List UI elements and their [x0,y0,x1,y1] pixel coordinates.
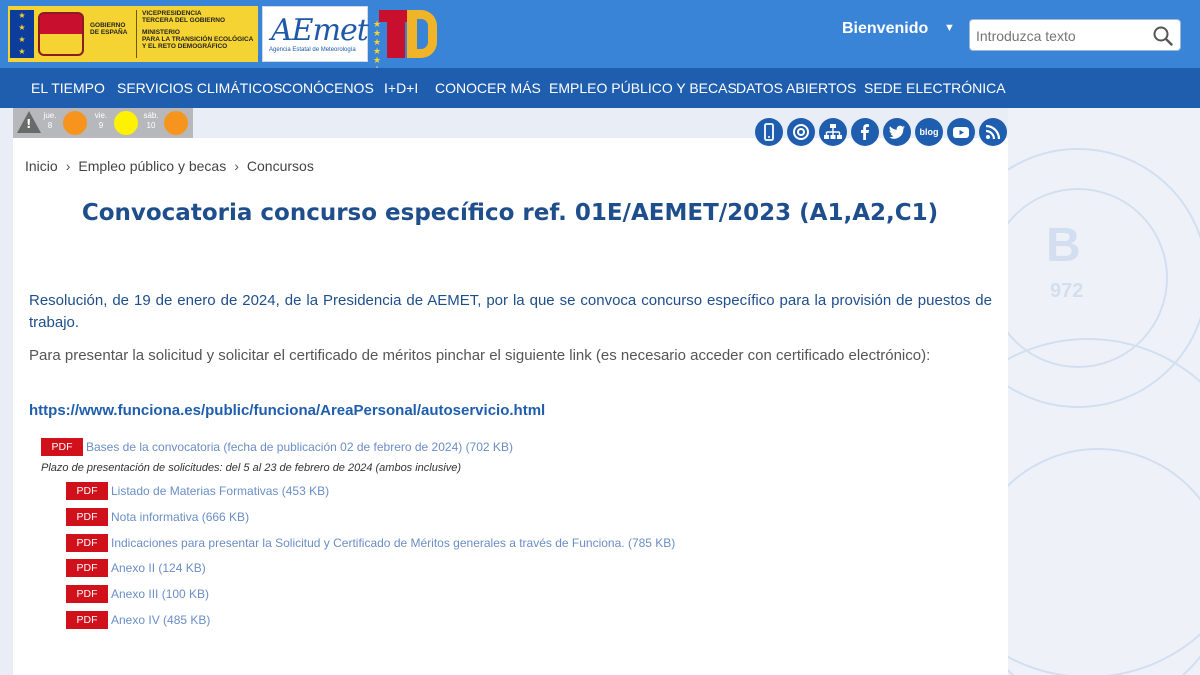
nav-sede-electronica[interactable]: SEDE ELECTRÓNICA [864,68,1006,108]
aemet-logo[interactable]: AEmet Agencia Estatal de Meteorología [262,6,369,62]
welcome-menu[interactable]: Bienvenido [842,20,928,38]
eu-stars-icon: ★ ★★ ★★ ★ [373,19,382,74]
resolution-text: Resolución, de 19 de enero de 2024, de l… [29,292,992,331]
pdf-document-link[interactable]: PDF Indicaciones para presentar la Solici… [66,534,675,552]
background-weather-map: B 972 [1008,108,1200,675]
nav-datos-abiertos[interactable]: DATOS ABIERTOS [736,68,856,108]
pdf-document-title[interactable]: Listado de Materias Formativas (453 KB) [111,484,329,498]
alert-day: vie. 9 [94,111,108,130]
pdf-icon: PDF [66,611,108,629]
rss-icon[interactable] [979,118,1007,146]
support-icon[interactable] [787,118,815,146]
alert-day: jue. 8 [43,111,57,130]
prtr-logo-r [407,10,437,58]
prtr-logo-t-stem [387,10,405,58]
pdf-document-title[interactable]: Anexo IV (485 KB) [111,613,210,627]
sitemap-icon[interactable] [819,118,847,146]
coat-of-arms-icon [38,12,84,56]
pressure-letter: B [1046,219,1081,272]
pdf-icon: PDF [66,482,108,500]
nav-empleo-publico[interactable]: EMPLEO PÚBLICO Y BECAS [549,68,737,108]
pdf-icon: PDF [66,508,108,526]
pdf-document-link[interactable]: PDF Anexo IV (485 KB) [66,611,210,629]
nav-conocenos[interactable]: CONÓCENOS [282,68,374,108]
page-title: Convocatoria concurso específico ref. 01… [81,200,939,226]
alert-day: sáb. 10 [143,111,159,130]
alert-level-dot[interactable] [63,111,87,135]
search-icon[interactable] [1152,25,1174,47]
pdf-document-title[interactable]: Nota informativa (666 KB) [111,510,249,524]
pressure-value: 972 [1050,280,1084,302]
isobar-line [1008,448,1200,675]
pdf-document-link[interactable]: PDF Bases de la convocatoria (fecha de pu… [41,438,513,456]
pdf-document-title[interactable]: Anexo III (100 KB) [111,587,209,601]
main-nav: EL TIEMPO SERVICIOS CLIMÁTICOS CONÓCENOS… [0,68,1200,108]
eu-flag-icon: ★ ★ ★ ★ [10,10,34,58]
blog-icon[interactable]: blog [915,118,943,146]
prtr-logo[interactable]: ★ ★★ ★★ ★ [373,6,443,74]
pdf-icon: PDF [66,585,108,603]
search-input[interactable] [976,25,1146,47]
pdf-document-link[interactable]: PDF Anexo III (100 KB) [66,585,209,603]
breadcrumb-empleo[interactable]: Empleo público y becas [78,158,226,174]
government-name: GOBIERNO DE ESPAÑA [90,22,128,36]
youtube-icon[interactable] [947,118,975,146]
government-logo[interactable]: ★ ★ ★ ★ GOBIERNO DE ESPAÑA VICEPRESIDENCIA … [8,6,258,62]
header-bar: ★ ★ ★ ★ GOBIERNO DE ESPAÑA VICEPRESIDENCIA … [0,0,1200,74]
search-box [969,19,1181,51]
warning-exclamation: ! [26,117,32,131]
nav-conocer-mas[interactable]: CONOCER MÁS [435,68,541,108]
weather-alerts-widget[interactable]: ! jue. 8 vie. 9 sáb. 10 [13,108,193,138]
alert-level-dot[interactable] [114,111,138,135]
blog-icon-text: blog [919,127,939,137]
pdf-document-link[interactable]: PDF Listado de Materias Formativas (453 K… [66,482,329,500]
pdf-icon: PDF [41,438,83,456]
twitter-icon[interactable] [883,118,911,146]
breadcrumb-concursos[interactable]: Concursos [247,158,314,174]
instructions-text: Para presentar la solicitud y solicitar … [29,347,931,364]
breadcrumb-inicio[interactable]: Inicio [25,158,58,174]
pdf-icon: PDF [66,559,108,577]
pdf-icon: PDF [66,534,108,552]
pdf-document-title[interactable]: Indicaciones para presentar la Solicitud… [111,536,675,550]
mobile-icon[interactable] [755,118,783,146]
pdf-document-link[interactable]: PDF Anexo II (124 KB) [66,559,206,577]
funciona-link[interactable]: https://www.funciona.es/public/funciona/… [29,402,545,419]
pdf-document-title[interactable]: Bases de la convocatoria (fecha de publi… [86,440,513,454]
nav-servicios-climaticos[interactable]: SERVICIOS CLIMÁTICOS [117,68,282,108]
facebook-icon[interactable] [851,118,879,146]
breadcrumb-separator: › [65,158,71,174]
ministry-name: VICEPRESIDENCIA TERCERA DEL GOBIERNO MIN… [136,10,258,58]
submission-deadline: Plazo de presentación de solicitudes: de… [41,462,462,474]
breadcrumb-separator: › [234,158,239,174]
pdf-document-link[interactable]: PDF Nota informativa (666 KB) [66,508,249,526]
nav-idi[interactable]: I+D+I [384,68,418,108]
aemet-logo-text: AEmet [271,13,369,48]
breadcrumb: Inicio › Empleo público y becas › Concursos [25,158,314,174]
nav-el-tiempo[interactable]: EL TIEMPO [31,68,105,108]
pdf-document-title[interactable]: Anexo II (124 KB) [111,561,206,575]
alert-level-dot[interactable] [164,111,188,135]
caret-down-icon[interactable]: ▼ [944,22,955,34]
aemet-logo-subtitle: Agencia Estatal de Meteorología [269,47,356,53]
